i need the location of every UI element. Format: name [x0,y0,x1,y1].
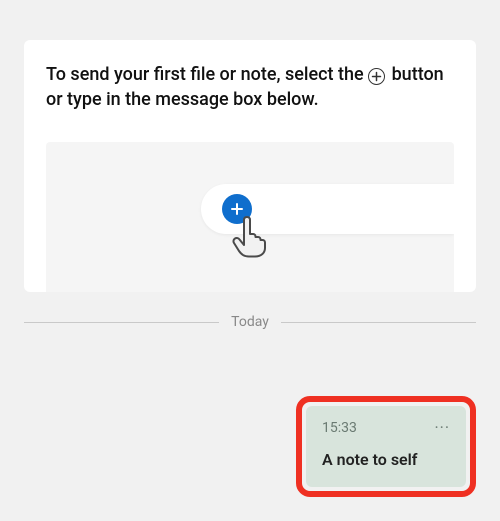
message-area: 15:33 ··· A note to self [296,396,476,497]
onboarding-illustration [46,142,454,292]
date-divider: Today [24,314,476,330]
message-time: 15:33 [322,420,357,436]
onboarding-info-card: To send your first file or note, select … [24,40,476,292]
divider-label: Today [231,314,269,330]
plus-circle-icon [368,68,385,85]
more-icon[interactable]: ··· [434,420,450,436]
divider-line-right [281,322,476,323]
message-bubble[interactable]: 15:33 ··· A note to self [306,406,466,487]
divider-line-left [24,322,219,323]
info-text-before: To send your first file or note, select … [46,64,368,85]
pointer-hand-icon [230,216,268,262]
highlight-frame: 15:33 ··· A note to self [296,396,476,497]
message-text: A note to self [322,450,450,469]
message-header: 15:33 ··· [322,420,450,436]
onboarding-info-text: To send your first file or note, select … [46,62,454,112]
